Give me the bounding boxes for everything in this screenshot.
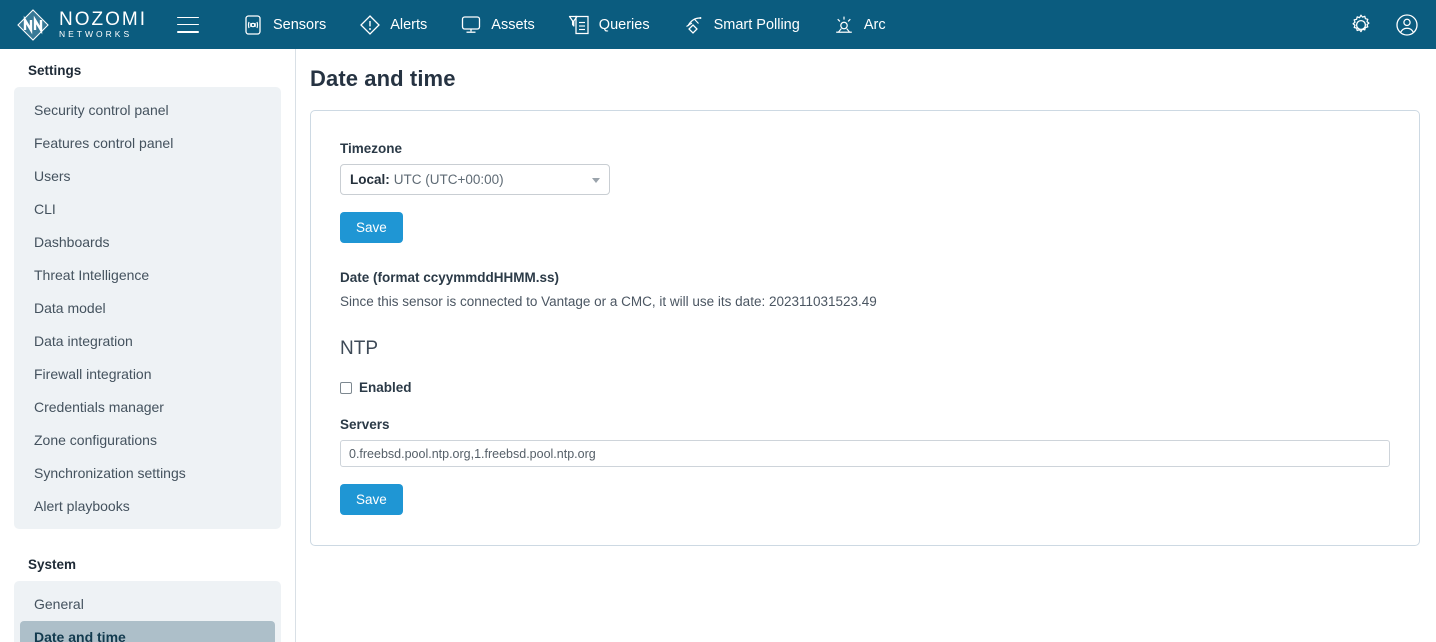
settings-sidebar: Settings Security control panel Features… xyxy=(0,49,296,642)
nav-right-actions xyxy=(1348,0,1420,49)
sidebar-heading-system: System xyxy=(28,557,77,572)
sidebar-group-settings: Security control panel Features control … xyxy=(14,87,281,529)
date-format-label: Date (format ccyymmddHHMM.ss) xyxy=(340,270,560,285)
nav-item-label: Assets xyxy=(491,16,535,33)
sidebar-item-threat-intelligence[interactable]: Threat Intelligence xyxy=(20,259,275,291)
nav-item-sensors[interactable]: Sensors xyxy=(225,0,342,49)
nav-item-alerts[interactable]: Alerts xyxy=(342,0,443,49)
nav-item-arc[interactable]: Arc xyxy=(816,0,902,49)
brand-subtitle: NETWORKS xyxy=(59,28,133,39)
arc-sun-icon xyxy=(832,13,856,37)
sensors-icon xyxy=(241,13,265,37)
nav-item-label: Arc xyxy=(863,16,886,33)
user-account-icon[interactable] xyxy=(1394,12,1420,38)
page-body: Settings Security control panel Features… xyxy=(0,49,1436,642)
sidebar-heading-settings: Settings xyxy=(28,63,82,78)
ntp-servers-label: Servers xyxy=(340,417,390,432)
queries-funnel-document-icon xyxy=(567,13,591,37)
nav-item-label: Sensors xyxy=(273,16,327,33)
nav-item-label: Queries xyxy=(598,16,650,33)
ntp-enabled-row: Enabled xyxy=(340,380,1390,395)
date-help-text: Since this sensor is connected to Vantag… xyxy=(340,294,877,309)
page-title: Date and time xyxy=(310,66,456,91)
hamburger-menu-icon[interactable] xyxy=(177,16,199,33)
primary-nav-items: Sensors Alerts Assets Queries Smart Poll… xyxy=(225,0,902,49)
nav-item-label: Smart Polling xyxy=(713,16,800,33)
sidebar-item-cli[interactable]: CLI xyxy=(20,193,275,225)
settings-gear-icon[interactable] xyxy=(1348,12,1374,38)
date-time-settings-card: Timezone Local: UTC (UTC+00:00) Save Dat… xyxy=(310,110,1420,546)
nav-item-label: Alerts xyxy=(390,16,428,33)
sidebar-item-general[interactable]: General xyxy=(20,588,275,620)
ntp-servers-input[interactable] xyxy=(340,440,1390,467)
smart-polling-icon xyxy=(682,13,706,37)
chevron-down-icon xyxy=(592,177,600,183)
sidebar-group-system: General Date and time xyxy=(14,581,281,642)
sidebar-item-users[interactable]: Users xyxy=(20,160,275,192)
sidebar-item-zone-configurations[interactable]: Zone configurations xyxy=(20,424,275,456)
sidebar-item-alert-playbooks[interactable]: Alert playbooks xyxy=(20,490,275,522)
brand-logo[interactable]: NOZOMI NETWORKS xyxy=(16,8,147,42)
timezone-label: Timezone xyxy=(340,141,403,156)
brand-title: NOZOMI xyxy=(59,8,147,30)
save-ntp-button[interactable]: Save xyxy=(340,484,403,515)
ntp-enabled-checkbox[interactable] xyxy=(340,381,352,394)
sidebar-item-firewall-integration[interactable]: Firewall integration xyxy=(20,358,275,390)
sidebar-item-credentials-manager[interactable]: Credentials manager xyxy=(20,391,275,423)
timezone-value: UTC (UTC+00:00) xyxy=(393,172,504,187)
ntp-section-heading: NTP xyxy=(340,338,378,359)
sidebar-item-security-control-panel[interactable]: Security control panel xyxy=(20,94,275,126)
sidebar-item-data-integration[interactable]: Data integration xyxy=(20,325,275,357)
timezone-value-prefix: Local: xyxy=(350,172,390,187)
sidebar-item-synchronization-settings[interactable]: Synchronization settings xyxy=(20,457,275,489)
top-navigation-bar: NOZOMI NETWORKS Sensors Alerts Assets Qu… xyxy=(0,0,1436,49)
assets-monitor-icon xyxy=(459,13,483,37)
nav-item-queries[interactable]: Queries xyxy=(551,0,666,49)
timezone-select[interactable]: Local: UTC (UTC+00:00) xyxy=(340,164,610,195)
nav-item-assets[interactable]: Assets xyxy=(443,0,551,49)
sidebar-item-date-and-time[interactable]: Date and time xyxy=(20,621,275,642)
sidebar-item-dashboards[interactable]: Dashboards xyxy=(20,226,275,258)
sidebar-item-data-model[interactable]: Data model xyxy=(20,292,275,324)
save-timezone-button[interactable]: Save xyxy=(340,212,403,243)
sidebar-item-features-control-panel[interactable]: Features control panel xyxy=(20,127,275,159)
main-content: Date and time Timezone Local: UTC (UTC+0… xyxy=(296,49,1436,642)
nav-item-smart-polling[interactable]: Smart Polling xyxy=(666,0,816,49)
nozomi-logo-icon xyxy=(16,8,50,42)
alerts-warning-diamond-icon xyxy=(358,13,382,37)
ntp-enabled-label[interactable]: Enabled xyxy=(359,380,412,395)
